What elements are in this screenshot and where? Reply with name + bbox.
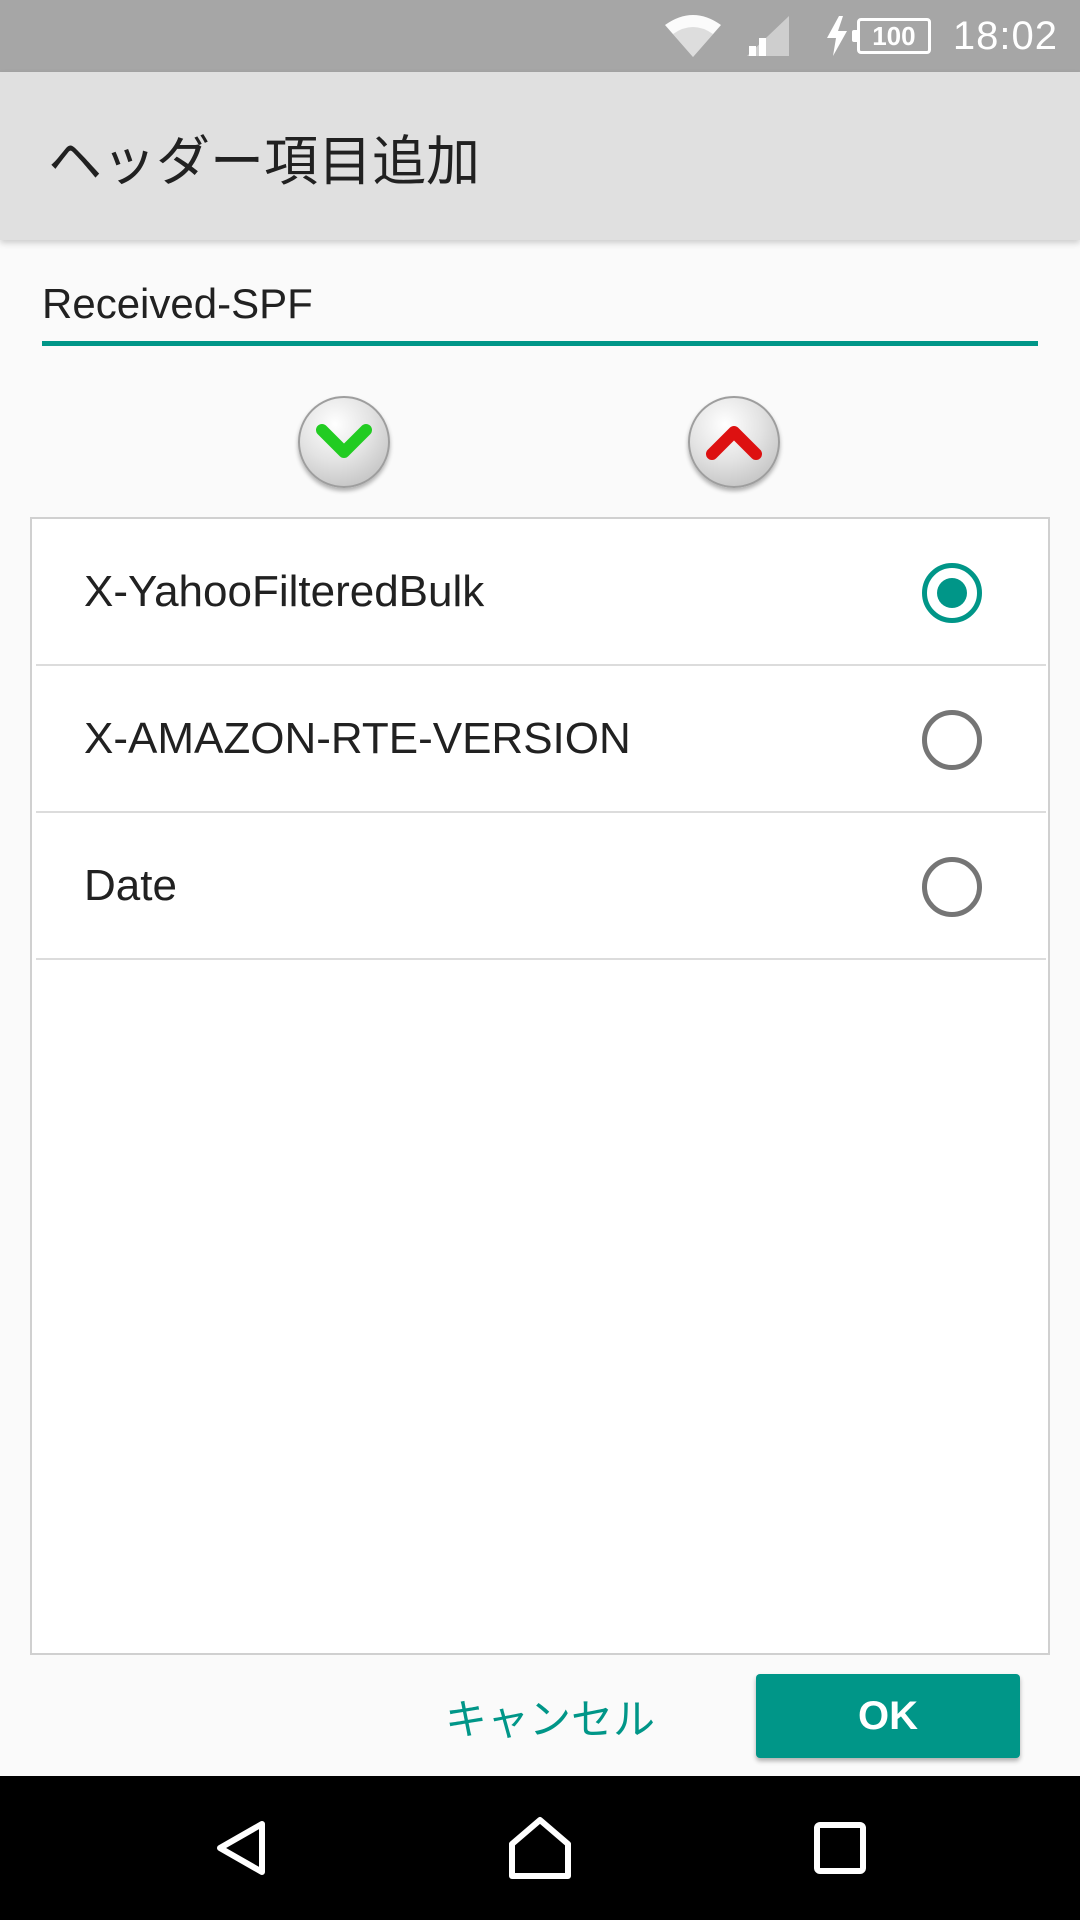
radio-button-checked[interactable] xyxy=(922,563,982,623)
battery-level: 100 xyxy=(872,20,916,51)
back-icon xyxy=(217,1821,265,1875)
status-bar: 100 18:02 xyxy=(0,0,1080,72)
chevron-down-icon xyxy=(316,424,372,458)
ok-button[interactable]: OK xyxy=(756,1674,1020,1758)
recent-apps-button[interactable] xyxy=(804,1812,876,1884)
chevron-up-icon xyxy=(706,426,762,460)
list-item-label: X-YahooFilteredBulk xyxy=(84,566,485,616)
wifi-icon xyxy=(663,13,723,59)
list-item[interactable]: Date xyxy=(36,813,1046,960)
radio-button[interactable] xyxy=(922,710,982,770)
dialog-title: ヘッダー項目追加 xyxy=(48,131,480,192)
list-item-label: X-AMAZON-RTE-VERSION xyxy=(84,713,631,763)
dialog-title-bar: ヘッダー項目追加 xyxy=(0,72,1080,240)
home-icon xyxy=(509,1817,571,1879)
radio-button[interactable] xyxy=(922,857,982,917)
list-item-label: Date xyxy=(84,860,177,910)
header-name-input[interactable] xyxy=(42,272,1038,336)
screen: 100 18:02 ヘッダー項目追加 X-YahooFilteredBulk X… xyxy=(0,0,1080,1920)
move-down-button[interactable] xyxy=(298,396,390,488)
home-button[interactable] xyxy=(504,1812,576,1884)
header-list: X-YahooFilteredBulk X-AMAZON-RTE-VERSION… xyxy=(30,517,1050,1655)
move-up-button[interactable] xyxy=(688,396,780,488)
list-item[interactable]: X-AMAZON-RTE-VERSION xyxy=(36,666,1046,813)
status-time: 18:02 xyxy=(952,13,1058,58)
cancel-button[interactable]: キャンセル xyxy=(420,1674,680,1758)
list-item[interactable]: X-YahooFilteredBulk xyxy=(36,519,1046,666)
navigation-bar xyxy=(0,1776,1080,1920)
recent-apps-icon xyxy=(814,1822,866,1874)
charging-icon xyxy=(825,16,849,56)
header-name-field[interactable] xyxy=(42,272,1038,346)
cell-signal-icon xyxy=(745,14,791,58)
battery-icon: 100 xyxy=(851,18,931,54)
back-button[interactable] xyxy=(206,1812,278,1884)
